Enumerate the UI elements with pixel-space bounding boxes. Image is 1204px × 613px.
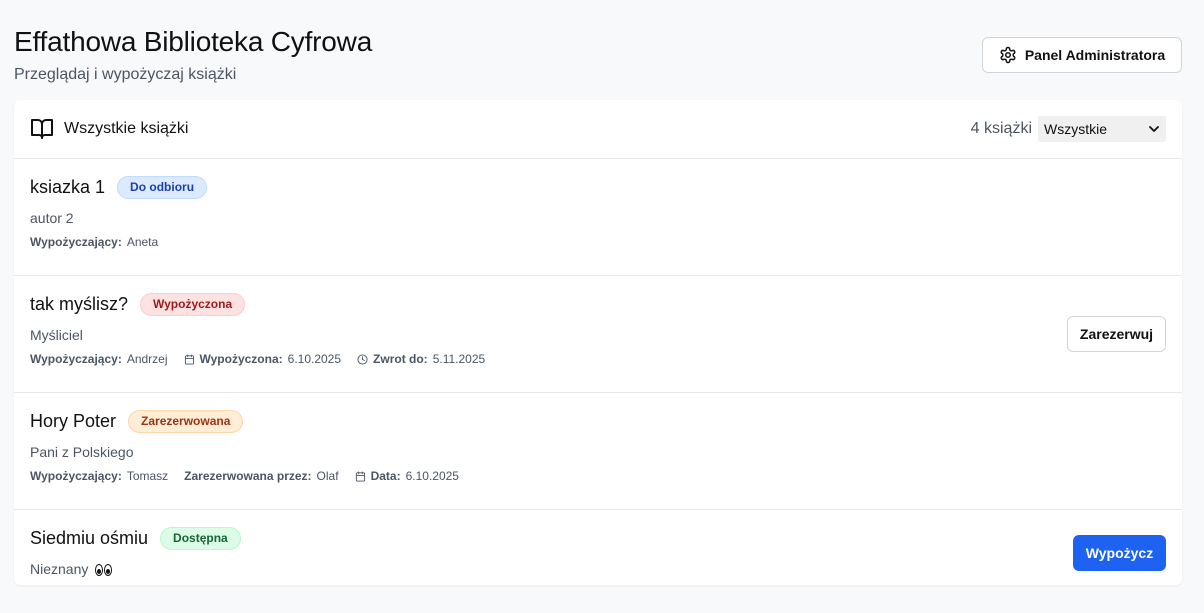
eyes-icon [95, 564, 113, 576]
page-header: Effathowa Biblioteka Cyfrowa Przeglądaj … [14, 0, 1190, 100]
borrowed-date: 6.10.2025 [287, 352, 342, 366]
book-author: autor 2 [30, 210, 74, 226]
books-card-header: Wszystkie książki 4 książki Wszystkie [14, 100, 1182, 159]
status-badge: Do odbioru [117, 176, 208, 199]
book-title: Siedmiu ośmiu [30, 528, 149, 548]
book-title: ksiazka 1 [30, 177, 106, 197]
borrower-name: Tomasz [126, 469, 169, 483]
book-author-line: Nieznany [30, 561, 113, 577]
book-author: Nieznany [30, 561, 89, 577]
status-badge: Zarezerwowana [128, 410, 244, 433]
borrowed-label: Wypożyczona: [199, 352, 283, 366]
chevron-down-icon [1149, 126, 1159, 132]
status-badge: Dostępna [160, 527, 241, 550]
calendar-icon [355, 470, 365, 482]
reservation-date: 6.10.2025 [405, 469, 459, 483]
page-title: Effathowa Biblioteka Cyfrowa [14, 26, 373, 57]
gear-icon [1000, 46, 1016, 64]
clock-icon [357, 353, 368, 365]
book-author: Pani z Polskiego [30, 444, 134, 460]
books-card: Wszystkie książki 4 książki Wszystkie ks… [14, 100, 1182, 585]
reserved-by-label: Zarezerwowana przez: [184, 469, 312, 483]
book-row: tak myślisz? Wypożyczona Myśliciel Wypoż… [14, 276, 1182, 393]
due-date: 5.11.2025 [432, 352, 486, 366]
book-row: ksiazka 1 Do odbioru autor 2 Wypożyczają… [14, 159, 1182, 276]
book-title: Hory Poter [30, 411, 117, 431]
borrower-name: Aneta [126, 235, 159, 249]
status-filter-value: Wszystkie [1044, 121, 1107, 137]
book-meta: Wypożyczający: Tomasz Zarezerwowana prze… [30, 469, 475, 483]
admin-panel-label: Panel Administratora [1024, 47, 1166, 63]
book-author: Myśliciel [30, 327, 83, 343]
book-open-icon [30, 117, 54, 141]
borrow-button[interactable]: Wypożycz [1073, 535, 1166, 571]
books-count: 4 książki [970, 120, 1032, 137]
book-row: Hory Poter Zarezerwowana Pani z Polskieg… [14, 393, 1182, 510]
borrower-name: Andrzej [126, 352, 168, 366]
reserve-button[interactable]: Zarezerwuj [1067, 316, 1166, 352]
status-filter-select[interactable]: Wszystkie [1038, 116, 1166, 142]
book-meta: Wypożyczający: Andrzej Wypożyczona: 6.10… [30, 352, 501, 366]
page: Effathowa Biblioteka Cyfrowa Przeglądaj … [0, 0, 1204, 613]
calendar-icon [184, 353, 194, 365]
reserved-by-name: Olaf [316, 469, 339, 483]
book-meta: Wypożyczający: Aneta [30, 235, 174, 249]
reservation-date-label: Data: [370, 469, 401, 483]
borrower-label: Wypożyczający: [30, 352, 122, 366]
books-card-title: Wszystkie książki [64, 120, 189, 137]
page-subtitle: Przeglądaj i wypożyczaj książki [14, 66, 237, 83]
book-title: tak myślisz? [30, 294, 129, 314]
status-badge: Wypożyczona [140, 293, 246, 316]
due-label: Zwrot do: [373, 352, 428, 366]
borrower-label: Wypożyczający: [30, 469, 122, 483]
borrower-label: Wypożyczający: [30, 235, 122, 249]
admin-panel-button[interactable]: Panel Administratora [982, 37, 1182, 73]
book-row: Siedmiu ośmiu Dostępna Nieznany Wypożycz [14, 510, 1182, 585]
